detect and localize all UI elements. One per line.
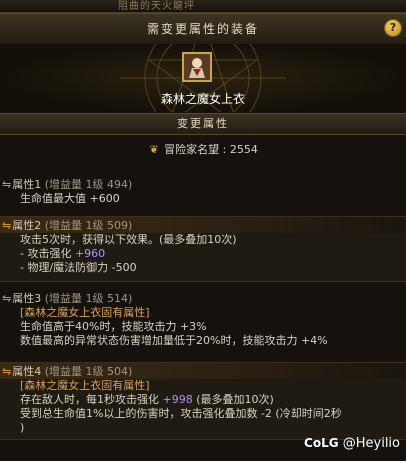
- line-text: 生命值最大值: [20, 192, 90, 205]
- line-text: [森林之魔女上衣固有属性]: [20, 306, 150, 319]
- line-text: 存在敌人时，每1秒攻击强化: [20, 393, 163, 406]
- panel-header: 需变更属性的装备: [0, 13, 406, 45]
- attribute-1-level: (增益量 1级 494): [44, 178, 133, 191]
- attribute-4-line-3: 受到总生命值1%以上的伤害时，攻击强化叠加数 -2 (冷却时间2秒: [0, 407, 406, 421]
- attribute-2-line-1: 攻击5次时，获得以下效果。(最多叠加10次): [0, 233, 406, 247]
- section-title: 变更属性: [177, 117, 229, 130]
- line-text: [森林之魔女上衣固有属性]: [20, 379, 150, 392]
- line-text: - 物理/魔法防御力 -500: [20, 261, 137, 274]
- swap-arrow-icon: ⇋: [2, 365, 12, 378]
- line-text: 受到总生命值1%以上的伤害时，攻击强化叠加数 -2 (冷却时间2秒: [20, 407, 342, 420]
- panel-title: 需变更属性的装备: [146, 22, 259, 36]
- attribute-1-line-1: 生命值最大值 +600: [0, 192, 406, 206]
- swap-arrow-icon: ⇋: [2, 292, 12, 305]
- line-text: - 攻击强化: [20, 247, 75, 260]
- attribute-3-line-3: 数值最高的异常状态伤害增加量低于20%时，技能攻击力 +4%: [0, 334, 406, 348]
- attribute-2-level: (增益量 1级 509): [44, 219, 133, 232]
- attribute-4-name: 属性4: [12, 365, 42, 378]
- colg-logo: CoLG: [304, 436, 339, 450]
- line-value: +960: [74, 247, 106, 260]
- attribute-4-line-1: [森林之魔女上衣固有属性]: [0, 379, 406, 393]
- reputation-row: ❦ 冒险家名望 : 2554: [0, 141, 406, 157]
- attribute-3-line-2: 生命值高于40%时，技能攻击力 +3%: [0, 320, 406, 334]
- attribute-4-line-4: ): [0, 421, 406, 435]
- attribute-3-line-1: [森林之魔女上衣固有属性]: [0, 306, 406, 320]
- attribute-3-level: (增益量 1级 514): [44, 292, 133, 305]
- swap-arrow-icon: ⇋: [2, 178, 12, 191]
- line-text: ): [20, 421, 25, 434]
- line-value: +600: [89, 192, 120, 205]
- watermark-user: @Heyilio: [342, 436, 400, 451]
- window-top-bar: 阻曲的天火龍坪: [0, 0, 406, 13]
- line-text: 生命值高于40%时，技能攻击力 +3%: [20, 320, 207, 333]
- swap-arrow-icon: ⇋: [2, 219, 12, 232]
- attribute-2-header: ⇋属性2 (增益量 1级 509): [0, 217, 406, 233]
- window-top-title: 阻曲的天火龍坪: [118, 1, 195, 12]
- attribute-1-name: 属性1: [12, 178, 42, 191]
- equipment-name: 森林之魔女上衣: [160, 92, 245, 106]
- reputation-label: 冒险家名望 : 2554: [164, 143, 258, 156]
- attribute-2-line-2: - 攻击强化 +960: [0, 247, 406, 261]
- attribute-2-name: 属性2: [12, 219, 42, 232]
- attribute-4-line-2: 存在敌人时，每1秒攻击强化 +998 (最多叠加10次): [0, 393, 406, 407]
- laurel-icon: ❦: [149, 143, 159, 156]
- attribute-3-name: 属性3: [12, 292, 42, 305]
- attribute-2[interactable]: ⇋属性2 (增益量 1级 509) 攻击5次时，获得以下效果。(最多叠加10次)…: [0, 216, 406, 282]
- watermark: CoLG @Heyilio: [304, 436, 400, 451]
- attribute-3-header: ⇋属性3 (增益量 1级 514): [0, 290, 406, 306]
- section-bar: 变更属性: [0, 113, 406, 135]
- line-value: +998: [162, 393, 193, 406]
- attribute-1[interactable]: ⇋属性1 (增益量 1级 494) 生命值最大值 +600: [0, 176, 406, 206]
- attribute-4-level: (增益量 1级 504): [44, 365, 133, 378]
- witch-robe-icon[interactable]: [182, 52, 212, 82]
- attribute-3[interactable]: ⇋属性3 (增益量 1级 514) [森林之魔女上衣固有属性] 生命值高于40%…: [0, 290, 406, 348]
- line-text: 数值最高的异常状态伤害增加量低于20%时，技能攻击力 +4%: [20, 334, 328, 347]
- line-text: 攻击5次时，获得以下效果。(最多叠加10次): [20, 233, 237, 246]
- line-tail: (最多叠加10次): [192, 393, 274, 406]
- help-button[interactable]: ?: [384, 19, 402, 37]
- attribute-2-line-3: - 物理/魔法防御力 -500: [0, 261, 406, 275]
- attribute-4[interactable]: ⇋属性4 (增益量 1级 504) [森林之魔女上衣固有属性] 存在敌人时，每1…: [0, 362, 406, 440]
- attribute-4-header: ⇋属性4 (增益量 1级 504): [0, 363, 406, 379]
- attribute-1-header: ⇋属性1 (增益量 1级 494): [0, 176, 406, 192]
